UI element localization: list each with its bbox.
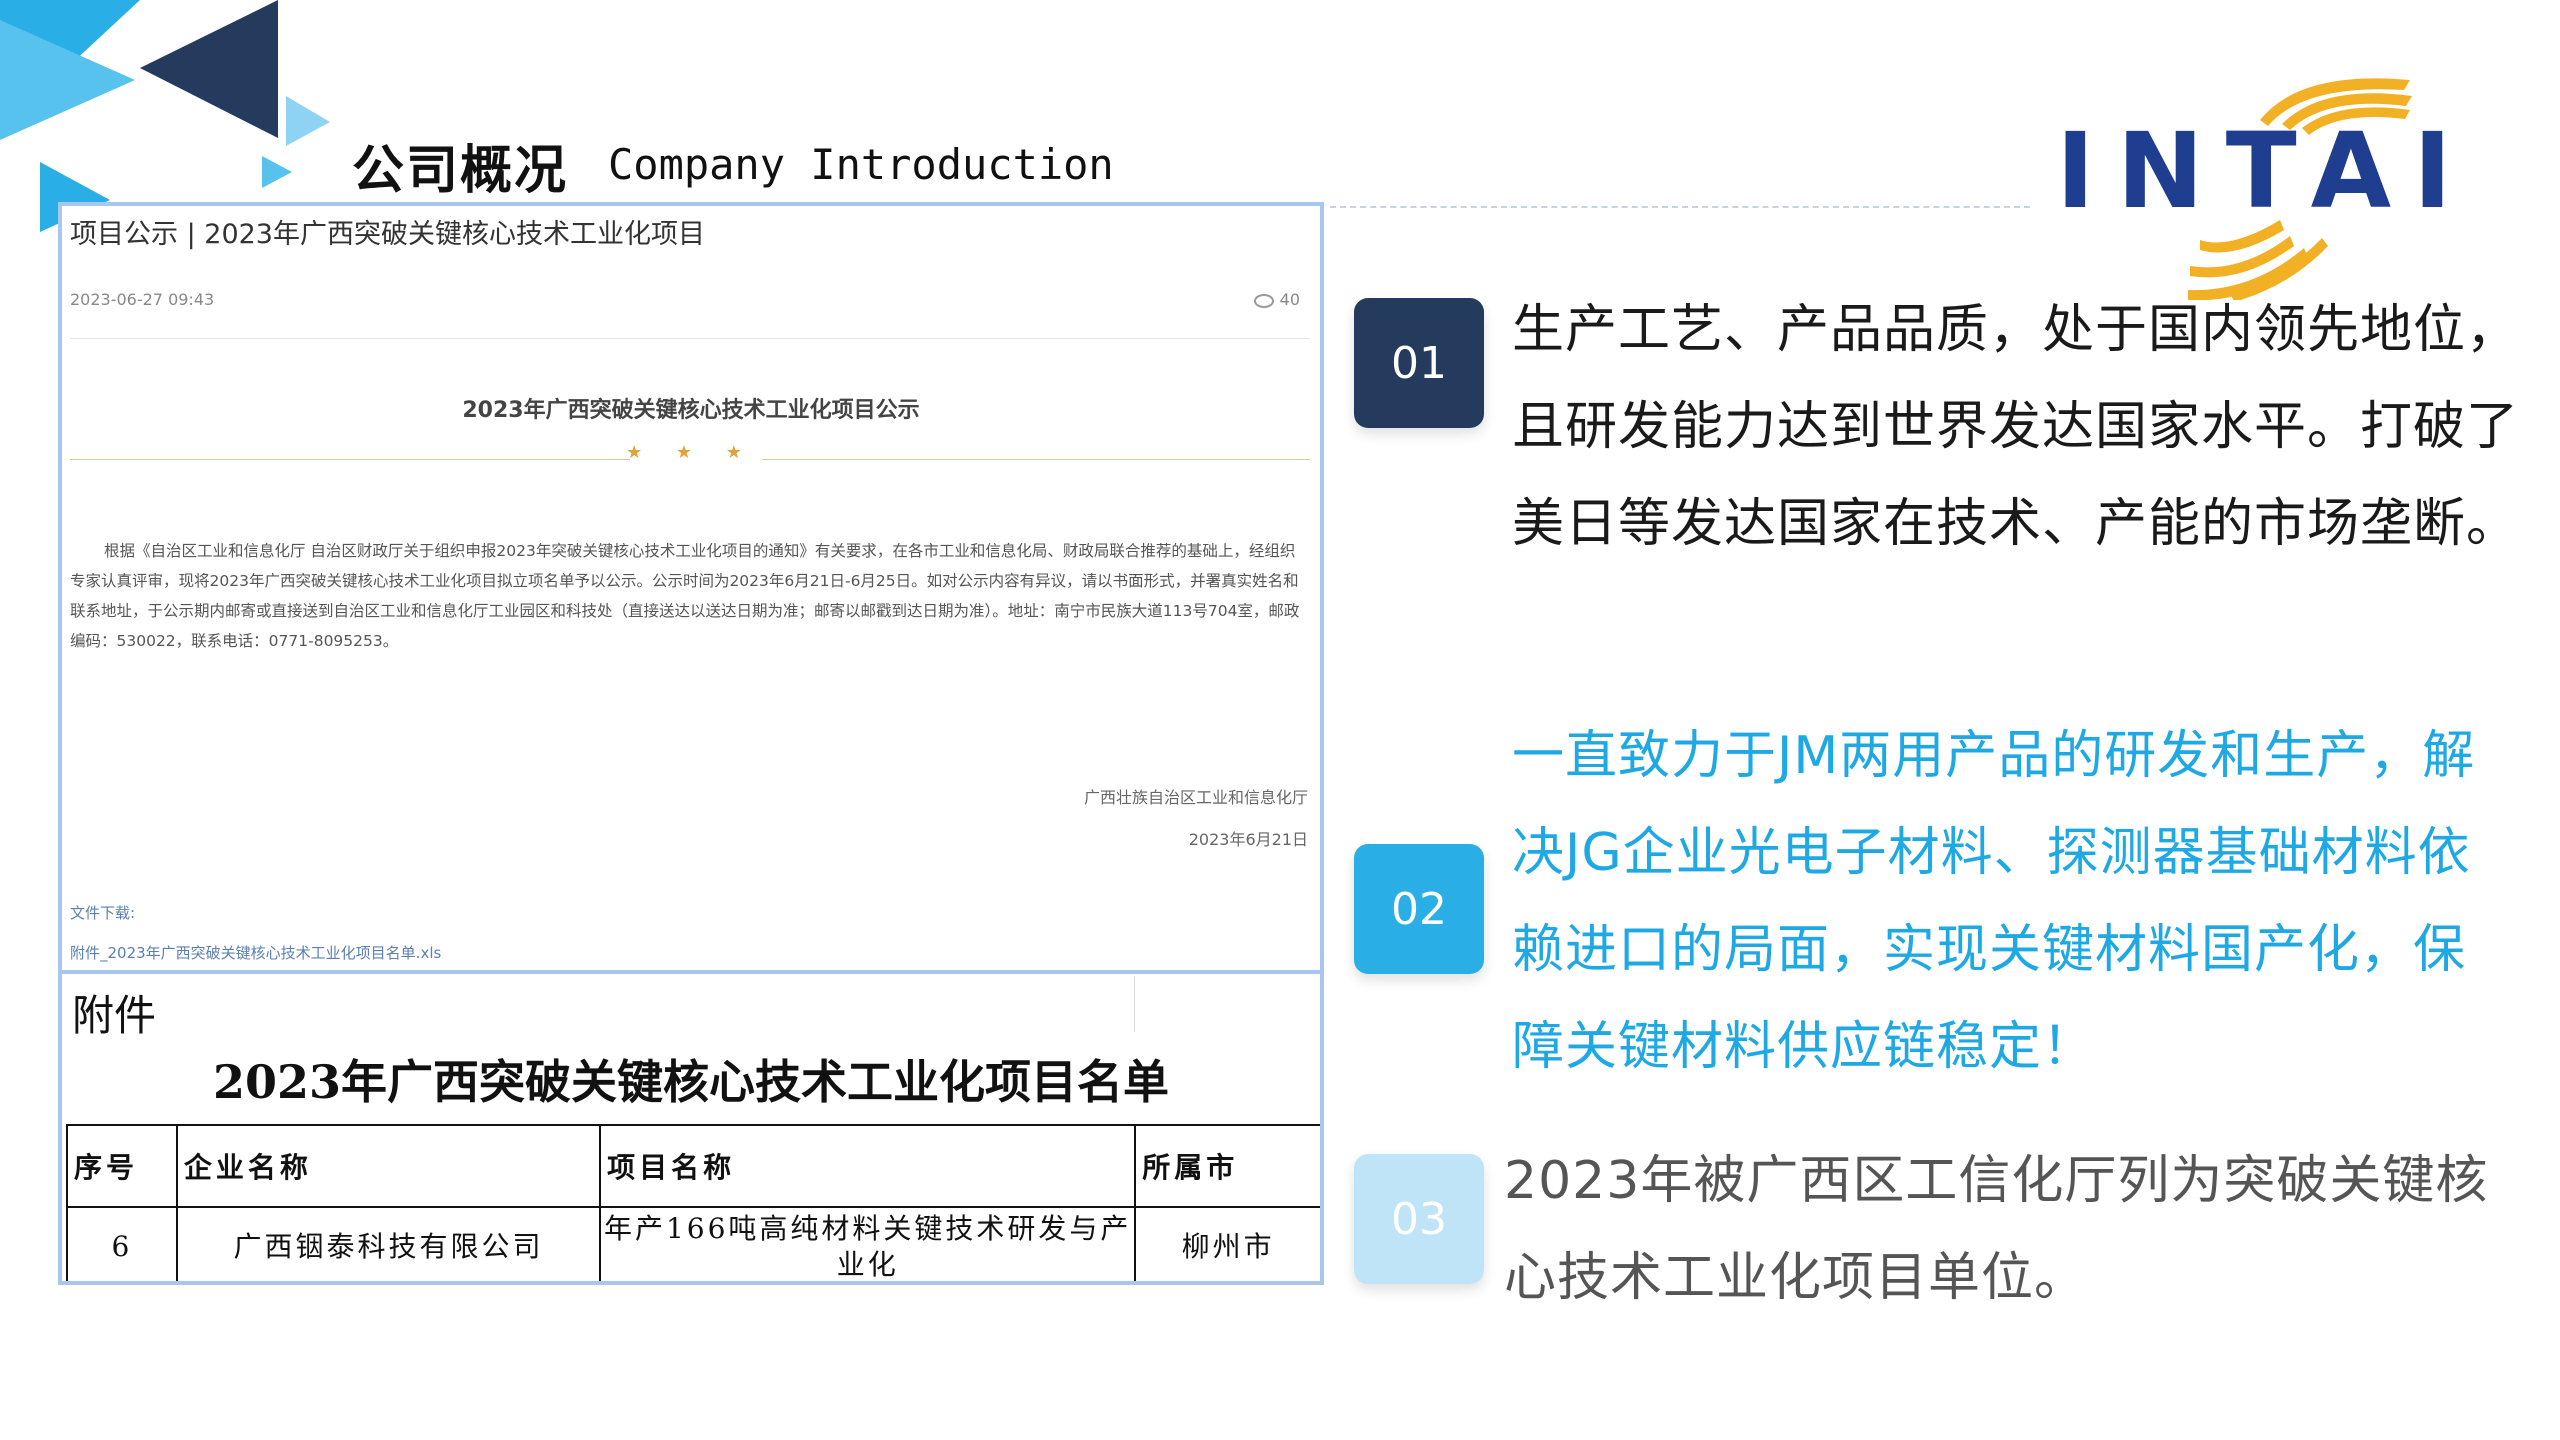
download-file-link[interactable]: 附件_2023年广西突破关键核心技术工业化项目名单.xls xyxy=(70,942,441,963)
notice-divider xyxy=(70,338,1310,339)
notice-signature-date: 2023年6月21日 xyxy=(1188,830,1308,849)
col-header-project: 项目名称 xyxy=(599,1124,1137,1208)
notice-screenshot-panel: 项目公示 | 2023年广西突破关键核心技术工业化项目 2023-06-27 0… xyxy=(58,202,1324,1285)
cell-company: 广西铟泰科技有限公司 xyxy=(175,1206,602,1281)
table-header-row: 序号 企业名称 项目名称 所属市 xyxy=(66,1124,1320,1208)
download-label: 文件下载: xyxy=(70,904,136,922)
logo-wordmark: INTAI xyxy=(2056,110,2474,232)
col-header-city: 所属市 xyxy=(1134,1124,1320,1208)
view-count-value: 40 xyxy=(1279,290,1300,309)
notice-heading: 2023年广西突破关键核心技术工业化项目公示 xyxy=(462,398,920,423)
item-text-03: 2023年被广西区工信化厅列为突破关键核心技术工业化项目单位。 xyxy=(1504,1151,2489,1308)
project-list-title: 2023年广西突破关键核心技术工业化项目名单 xyxy=(212,1055,1170,1109)
item-text-02: 一直致力于JM两用产品的研发和生产，解决JG企业光电子材料、探测器基础材料依赖进… xyxy=(1512,726,2476,1077)
panel-split-line xyxy=(62,970,1320,974)
notice-body: 根据《自治区工业和信息化厅 自治区财政厅关于组织申报2023年突破关键核心技术工… xyxy=(70,542,1300,650)
annex-label: 附件 xyxy=(72,991,157,1040)
item-number-badge-02: 02 xyxy=(1354,844,1484,974)
star-ornament-icon: ★ ★ ★ xyxy=(626,442,756,463)
notice-title[interactable]: 项目公示 | 2023年广西突破关键核心技术工业化项目 xyxy=(70,212,705,251)
cell-project: 年产166吨高纯材料关键技术研发与产业化 xyxy=(599,1206,1137,1281)
cell-city: 柳州市 xyxy=(1134,1206,1320,1281)
eye-icon xyxy=(1253,293,1274,308)
col-header-company: 企业名称 xyxy=(175,1124,602,1208)
header-divider xyxy=(1330,206,2030,208)
item-text-01: 生产工艺、产品品质，处于国内领先地位，且研发能力达到世界发达国家水平。打破了美日… xyxy=(1512,300,2520,554)
notice-date: 2023-06-27 09:43 xyxy=(70,290,215,309)
project-table: 序号 企业名称 项目名称 所属市 6 广西铟泰科技有限公司 年产166吨高纯材料… xyxy=(66,1124,1320,1281)
annex-divider xyxy=(1134,976,1135,1032)
notice-signature-org: 广西壮族自治区工业和信息化厅 xyxy=(1083,788,1308,807)
item-number-badge-03: 03 xyxy=(1354,1154,1484,1284)
page-title: 公司概况 xyxy=(352,141,569,201)
col-header-index: 序号 xyxy=(66,1124,178,1208)
intai-logo: INTAI xyxy=(2050,40,2530,300)
cell-index: 6 xyxy=(66,1206,178,1281)
item-number-badge-01: 01 xyxy=(1354,298,1484,428)
view-count: 40 xyxy=(1253,290,1300,309)
table-row: 6 广西铟泰科技有限公司 年产166吨高纯材料关键技术研发与产业化 柳州市 xyxy=(66,1206,1320,1281)
page-subtitle: Company Introduction xyxy=(608,140,1114,189)
